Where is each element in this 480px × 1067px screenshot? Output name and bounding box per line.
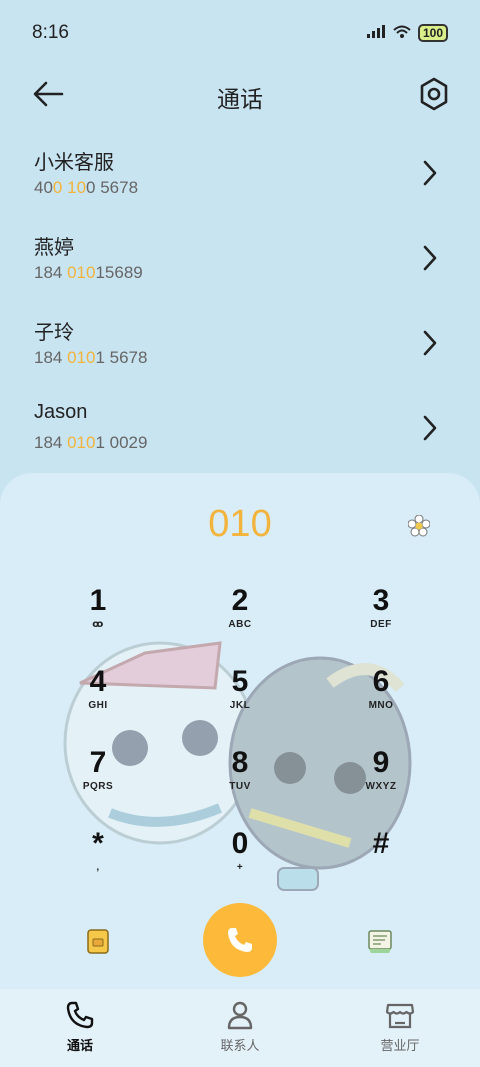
note-sticker-icon[interactable] [366,927,394,955]
dialer-panel: 010 1 ꝏ 2 ABC 3 DEF 4 GHI 5 JKL 6 MNO 7 … [0,473,480,1067]
key-5[interactable]: 5 JKL [190,664,290,740]
number-match-highlight: 010 [67,348,96,367]
nav-item-store[interactable]: 营业厅 [320,989,480,1067]
nav-item-calls[interactable]: 通话 [0,989,160,1067]
key-0[interactable]: 0 + [190,826,290,902]
chevron-right-icon [423,330,437,356]
number-match-highlight: 010 [67,433,96,452]
contact-name: Jason [34,401,88,423]
nav-item-contacts[interactable]: 联系人 [160,989,320,1067]
key-hash[interactable]: # [331,826,431,902]
number-segment: 15689 [95,263,143,282]
contact-result-row[interactable]: 燕婷 184 01015689 [0,219,480,304]
wifi-icon [392,25,412,42]
number-segment: 40 [34,178,53,197]
contact-result-row[interactable]: Jason 184 0101 0029 [0,389,480,474]
key-1[interactable]: 1 ꝏ [48,583,148,659]
dialer-action-row [0,903,480,993]
contact-number: 184 01015689 [34,263,143,283]
key-star[interactable]: * , [48,826,148,902]
chevron-right-icon [423,415,437,441]
key-digit: 5 [231,665,249,698]
key-letters [331,862,431,874]
key-letters: DEF [370,619,392,630]
gear-icon [420,77,448,111]
flower-sticker-icon [408,515,430,537]
nav-label: 联系人 [220,1038,260,1053]
key-letters: + [236,862,244,873]
contact-result-row[interactable]: 子玲 184 0101 5678 [0,304,480,389]
battery-icon: 100 [417,24,448,42]
key-letters: JKL [229,700,251,711]
number-segment: 184 [34,263,68,282]
key-letters: GHI [88,700,108,711]
contact-name: 小米客服 [34,152,114,174]
key-letters: ABC [228,619,252,630]
number-segment: 184 [34,433,68,452]
header: 通话 [0,66,480,122]
person-icon [227,1001,253,1030]
number-segment: 1 0029 [95,433,148,452]
key-digit: 8 [231,746,249,779]
status-time: 8:16 [32,22,69,43]
key-letters: , [96,862,100,873]
number-segment: 184 [34,348,68,367]
bottom-nav: 通话 联系人 营业厅 [0,989,480,1067]
number-match-highlight: 0 [52,178,63,197]
nav-label: 营业厅 [380,1038,420,1053]
page-title: 通话 [217,86,263,112]
key-digit: 1 [89,584,107,617]
key-6[interactable]: 6 MNO [331,664,431,740]
contact-result-row[interactable]: 小米客服 400 100 5678 [0,134,480,219]
key-digit: 7 [89,746,107,779]
voicemail-icon: ꝏ [92,619,104,630]
contact-number: 184 0101 0029 [34,433,147,453]
nav-label: 通话 [66,1038,93,1053]
key-3[interactable]: 3 DEF [331,583,431,659]
key-digit: 9 [372,746,390,779]
key-8[interactable]: 8 TUV [190,745,290,821]
contact-name: 燕婷 [34,237,74,259]
sim-card-sticker-icon[interactable] [86,927,112,955]
key-digit: 4 [89,665,107,698]
store-icon [385,1003,415,1029]
phone-icon [66,1001,94,1029]
phone-icon [228,928,252,952]
key-2[interactable]: 2 ABC [190,583,290,659]
key-letters: WXYZ [365,781,397,792]
key-letters: PQRS [82,781,114,792]
settings-button[interactable] [418,76,450,112]
status-icons: 100 [366,24,448,42]
number-match-highlight: 010 [67,263,96,282]
key-digit: 2 [231,584,249,617]
number-segment: 0 5678 [86,178,139,197]
key-4[interactable]: 4 GHI [48,664,148,740]
key-9[interactable]: 9 WXYZ [331,745,431,821]
call-button[interactable] [203,903,277,977]
key-digit: * [92,827,104,860]
key-digit: 0 [231,827,249,860]
signal-icon [366,24,386,42]
key-digit: # [372,827,390,860]
contact-results-list: 小米客服 400 100 5678 燕婷 184 01015689 子玲 184… [0,134,480,474]
key-digit: 3 [372,584,390,617]
key-digit: 6 [372,665,390,698]
status-bar: 8:16 100 [0,0,480,66]
contact-name: 子玲 [34,322,74,344]
chevron-right-icon [423,245,437,271]
number-match-highlight: 10 [67,178,87,197]
number-segment: 1 5678 [95,348,148,367]
key-letters: TUV [229,781,251,792]
key-letters: MNO [368,700,394,711]
contact-number: 184 0101 5678 [34,348,147,368]
chevron-right-icon [423,160,437,186]
contact-number: 400 100 5678 [34,178,138,198]
key-7[interactable]: 7 PQRS [48,745,148,821]
